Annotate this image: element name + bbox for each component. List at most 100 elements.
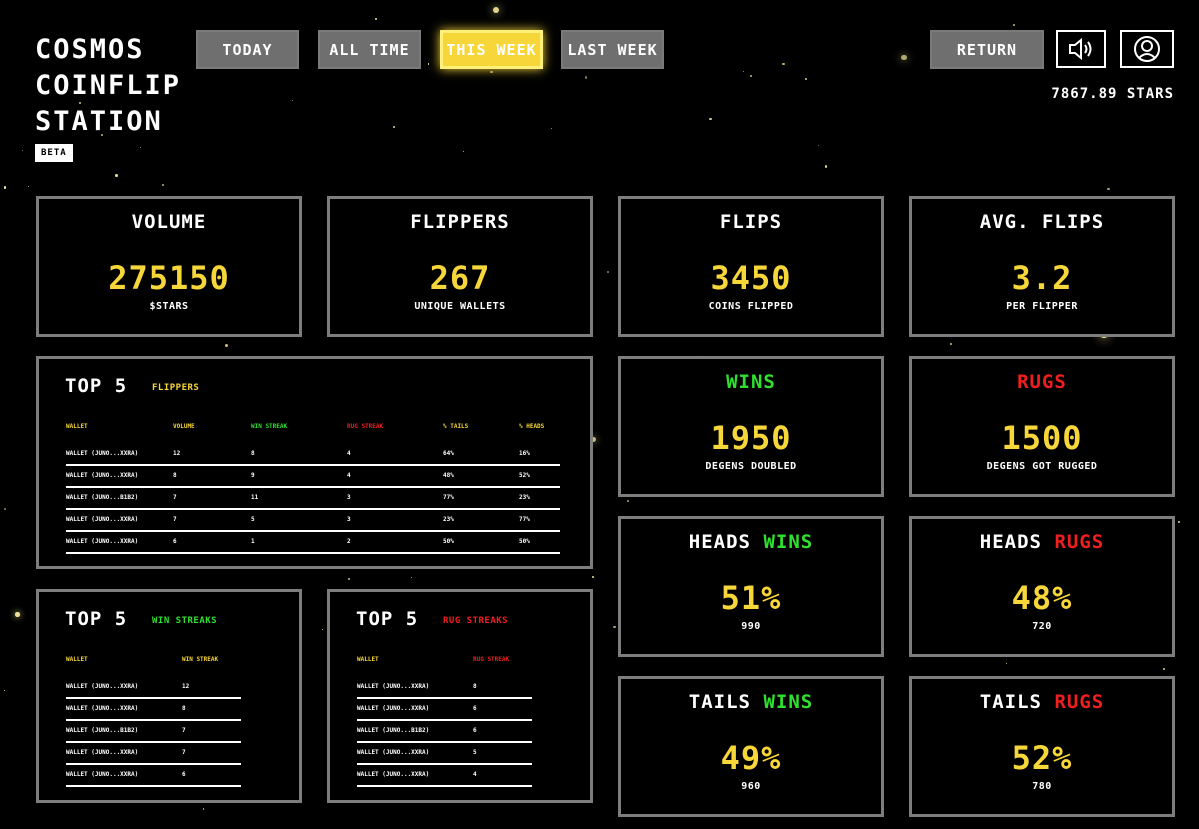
wallet-cell: WALLET (JUNO...XXRA) bbox=[66, 444, 173, 466]
tails-pct-cell: 48% bbox=[443, 465, 519, 488]
top-rug-streaks-panel: TOP 5 RUG STREAKS WALLET RUG STREAK WALL… bbox=[327, 589, 593, 803]
rug-streak-cell: 8 bbox=[473, 677, 532, 699]
table-header-row: WALLET VOLUME WIN STREAK RUG STREAK % TA… bbox=[66, 423, 560, 444]
flippers-card: FLIPPERS 267 UNIQUE WALLETS bbox=[327, 196, 593, 337]
stat-subtitle: 720 bbox=[1032, 621, 1052, 632]
heads-pct-cell: 52% bbox=[519, 465, 560, 488]
rug-streak-cell: 4 bbox=[473, 764, 532, 787]
column-header: RUG STREAK bbox=[347, 423, 384, 430]
stars-balance: 7867.89 STARS bbox=[1051, 86, 1174, 102]
win-streak-cell: 8 bbox=[182, 698, 241, 721]
table-row: WALLET (JUNO...B1B2) 7 bbox=[66, 720, 241, 743]
stat-title: FLIPPERS bbox=[410, 211, 510, 233]
star-dot bbox=[950, 343, 953, 346]
heads-pct-cell: 16% bbox=[519, 444, 560, 466]
stat-subtitle: DEGENS DOUBLED bbox=[705, 461, 797, 472]
column-header: WALLET bbox=[66, 423, 88, 430]
stat-value: 1500 bbox=[1001, 419, 1083, 457]
tails-pct-cell: 50% bbox=[443, 531, 519, 554]
stat-title: FLIPS bbox=[719, 211, 783, 233]
stat-value: 3450 bbox=[710, 259, 792, 297]
stat-value: 275150 bbox=[108, 259, 230, 297]
stat-title-part: RUGS bbox=[1054, 691, 1105, 713]
stat-subtitle: $STARS bbox=[149, 301, 189, 312]
tab-last-week[interactable]: LAST WEEK bbox=[561, 30, 664, 69]
heads-pct-cell: 77% bbox=[519, 509, 560, 532]
tails-rugs-card: TAILS RUGS 52% 780 bbox=[909, 676, 1175, 817]
star-dot bbox=[708, 117, 712, 121]
star-dot bbox=[592, 576, 594, 579]
stat-title-part: TAILS bbox=[688, 691, 751, 713]
column-header: WIN STREAK bbox=[182, 656, 219, 663]
stat-title: HEADS WINS bbox=[621, 531, 881, 553]
table-row: WALLET (JUNO...XXRA) 6 bbox=[66, 764, 241, 787]
tails-pct-cell: 23% bbox=[443, 509, 519, 532]
table-row: WALLET (JUNO...XXRA) 8 bbox=[357, 677, 532, 699]
table-row: WALLET (JUNO...XXRA) 7 bbox=[66, 742, 241, 765]
stat-subtitle: DEGENS GOT RUGGED bbox=[986, 461, 1098, 472]
top-flippers-table: WALLET VOLUME WIN STREAK RUG STREAK % TA… bbox=[66, 423, 560, 554]
win-streak-cell: 12 bbox=[182, 677, 241, 699]
tails-wins-card: TAILS WINS 49% 960 bbox=[618, 676, 884, 817]
stat-title: RUGS bbox=[1017, 371, 1067, 393]
panel-subtitle: FLIPPERS bbox=[152, 383, 200, 393]
win-streak-cell: 5 bbox=[251, 509, 347, 532]
panel-title: TOP 5 bbox=[356, 608, 419, 630]
flips-card: FLIPS 3450 COINS FLIPPED bbox=[618, 196, 884, 337]
heads-rugs-card: HEADS RUGS 48% 720 bbox=[909, 516, 1175, 657]
table-row: WALLET (JUNO...XXRA) 6 bbox=[357, 698, 532, 721]
star-dot bbox=[900, 54, 907, 61]
return-button[interactable]: RETURN bbox=[930, 30, 1044, 69]
table-row: WALLET (JUNO...XXRA) 8 9 4 48% 52% bbox=[66, 465, 560, 488]
table-row: WALLET (JUNO...B1B2) 6 bbox=[357, 720, 532, 743]
stat-title: VOLUME bbox=[131, 211, 207, 233]
tab-all-time[interactable]: ALL TIME bbox=[318, 30, 421, 69]
rug-streak-cell: 4 bbox=[347, 444, 443, 466]
star-dot bbox=[1005, 662, 1007, 664]
profile-button[interactable] bbox=[1120, 30, 1174, 68]
heads-pct-cell: 23% bbox=[519, 487, 560, 510]
rug-streak-cell: 3 bbox=[347, 487, 443, 510]
wallet-cell: WALLET (JUNO...XXRA) bbox=[66, 677, 182, 699]
stat-title-part: WINS bbox=[763, 691, 814, 713]
top-flippers-panel: TOP 5 FLIPPERS WALLET VOLUME WIN STREAK … bbox=[36, 356, 593, 569]
heads-wins-card: HEADS WINS 51% 990 bbox=[618, 516, 884, 657]
stat-title: AVG. FLIPS bbox=[979, 211, 1105, 233]
stat-value: 48% bbox=[1011, 579, 1073, 617]
star-dot bbox=[15, 612, 20, 617]
panel-subtitle: WIN STREAKS bbox=[152, 616, 218, 626]
star-dot bbox=[606, 271, 609, 273]
wallet-cell: WALLET (JUNO...XXRA) bbox=[66, 764, 182, 787]
tab-this-week[interactable]: THIS WEEK bbox=[440, 30, 543, 69]
star-dot bbox=[627, 500, 630, 503]
wallet-cell: WALLET (JUNO...B1B2) bbox=[66, 487, 173, 510]
win-streak-cell: 7 bbox=[182, 720, 241, 743]
volume-cell: 7 bbox=[173, 509, 251, 532]
rug-streak-cell: 3 bbox=[347, 509, 443, 532]
stat-value: 49% bbox=[720, 739, 782, 777]
wallet-cell: WALLET (JUNO...XXRA) bbox=[357, 742, 473, 765]
rug-streak-cell: 6 bbox=[473, 720, 532, 743]
top-rug-streaks-table: WALLET RUG STREAK WALLET (JUNO...XXRA) 8 … bbox=[357, 656, 532, 787]
sound-toggle-button[interactable] bbox=[1056, 30, 1106, 68]
rug-streak-cell: 6 bbox=[473, 698, 532, 721]
panel-subtitle: RUG STREAKS bbox=[443, 616, 509, 626]
avg-flips-card: AVG. FLIPS 3.2 PER FLIPPER bbox=[909, 196, 1175, 337]
stat-subtitle: UNIQUE WALLETS bbox=[414, 301, 506, 312]
logo-line: STATION bbox=[35, 106, 163, 137]
stat-title-part: RUGS bbox=[1054, 531, 1105, 553]
star-dot bbox=[550, 128, 552, 130]
star-dot bbox=[1178, 520, 1181, 523]
tab-today[interactable]: TODAY bbox=[196, 30, 299, 69]
star-dot bbox=[291, 100, 293, 102]
column-header: WIN STREAK bbox=[251, 423, 288, 430]
beta-badge: BETA bbox=[35, 144, 73, 162]
star-dot bbox=[493, 6, 500, 13]
wallet-cell: WALLET (JUNO...XXRA) bbox=[357, 764, 473, 787]
wallet-cell: WALLET (JUNO...XXRA) bbox=[66, 465, 173, 488]
table-row: WALLET (JUNO...XXRA) 4 bbox=[357, 764, 532, 787]
star-dot bbox=[817, 145, 819, 147]
win-streak-cell: 8 bbox=[251, 444, 347, 466]
table-row: WALLET (JUNO...XXRA) 12 8 4 64% 16% bbox=[66, 444, 560, 466]
star-dot bbox=[824, 165, 828, 168]
